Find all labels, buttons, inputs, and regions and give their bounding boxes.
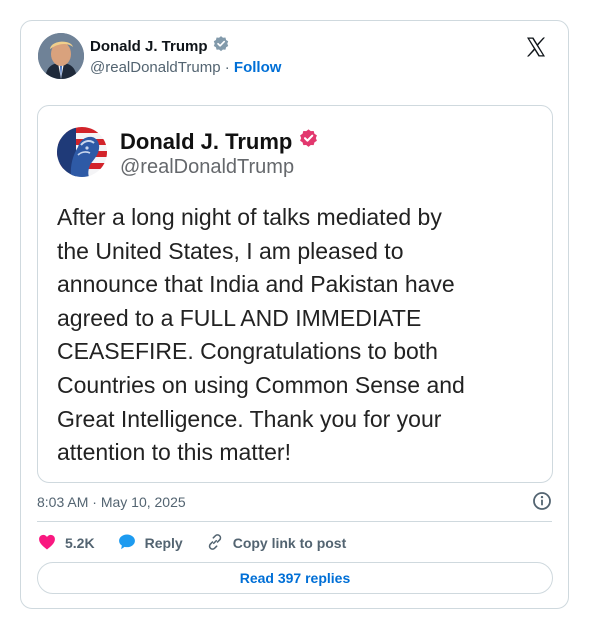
- author-handle-row: @realDonaldTrump · Follow: [90, 57, 281, 79]
- post-meta: 8:03 AM · May 10, 2025: [37, 491, 552, 513]
- quoted-post-line: the United States, I am pleased to: [57, 237, 404, 264]
- quoted-post-text: After a long night of talks mediated by …: [57, 201, 527, 470]
- verified-badge-icon: [298, 128, 319, 155]
- heart-icon: [37, 532, 57, 555]
- reply-button[interactable]: Reply: [117, 532, 183, 555]
- quoted-author-name-row: Donald J. Trump: [120, 128, 319, 155]
- author-name-row: Donald J. Trump: [90, 35, 281, 57]
- post-date: May 10, 2025: [100, 494, 186, 510]
- copy-link-button[interactable]: Copy link to post: [205, 532, 347, 555]
- author-avatar[interactable]: [38, 33, 84, 79]
- link-icon: [205, 532, 225, 555]
- quoted-post-line: After a long night of talks mediated by: [57, 204, 442, 230]
- speech-bubble-icon: [117, 532, 137, 555]
- quoted-post-line: Great Intelligence. Thank you for your: [57, 405, 442, 432]
- verified-badge-icon: [212, 35, 230, 57]
- author-name[interactable]: Donald J. Trump: [90, 38, 208, 55]
- quoted-author-handle: @realDonaldTrump: [120, 156, 295, 178]
- meta-separator: ·: [92, 494, 97, 510]
- read-replies-button[interactable]: Read 397 replies: [37, 562, 553, 594]
- quoted-post-line: agreed to a FULL AND IMMEDIATE: [57, 304, 422, 331]
- like-button[interactable]: 5.2K: [37, 532, 95, 555]
- post-time: 8:03 AM: [37, 494, 89, 510]
- handle-separator: ·: [224, 59, 230, 76]
- quoted-author-name: Donald J. Trump: [120, 128, 293, 154]
- post-header: Donald J. Trump @realDonaldTrump · Follo…: [38, 33, 552, 81]
- quoted-post-line: CEASEFIRE. Congratulations to both: [57, 338, 438, 365]
- author-handle[interactable]: @realDonaldTrump: [90, 59, 221, 76]
- author-info: Donald J. Trump @realDonaldTrump · Follo…: [90, 35, 281, 79]
- follow-button[interactable]: Follow: [234, 59, 282, 76]
- quoted-post-line: Countries on using Common Sense and: [57, 371, 465, 398]
- quoted-post-line: attention to this matter!: [57, 439, 291, 466]
- post-timestamp[interactable]: 8:03 AM · May 10, 2025: [37, 494, 186, 510]
- copy-link-label: Copy link to post: [232, 535, 347, 551]
- divider: [37, 521, 552, 522]
- x-logo-icon[interactable]: [524, 35, 548, 59]
- info-icon[interactable]: [532, 491, 552, 514]
- quoted-post-image[interactable]: Donald J. Trump @realDonaldTrump After a…: [37, 105, 553, 483]
- quoted-post-line: announce that India and Pakistan have: [57, 271, 455, 298]
- action-bar: 5.2K Reply Copy link to post: [37, 531, 368, 555]
- reply-label: Reply: [144, 535, 183, 551]
- quoted-author-avatar: [57, 127, 107, 177]
- embedded-post-card: Donald J. Trump @realDonaldTrump · Follo…: [20, 20, 569, 609]
- like-count: 5.2K: [65, 535, 95, 551]
